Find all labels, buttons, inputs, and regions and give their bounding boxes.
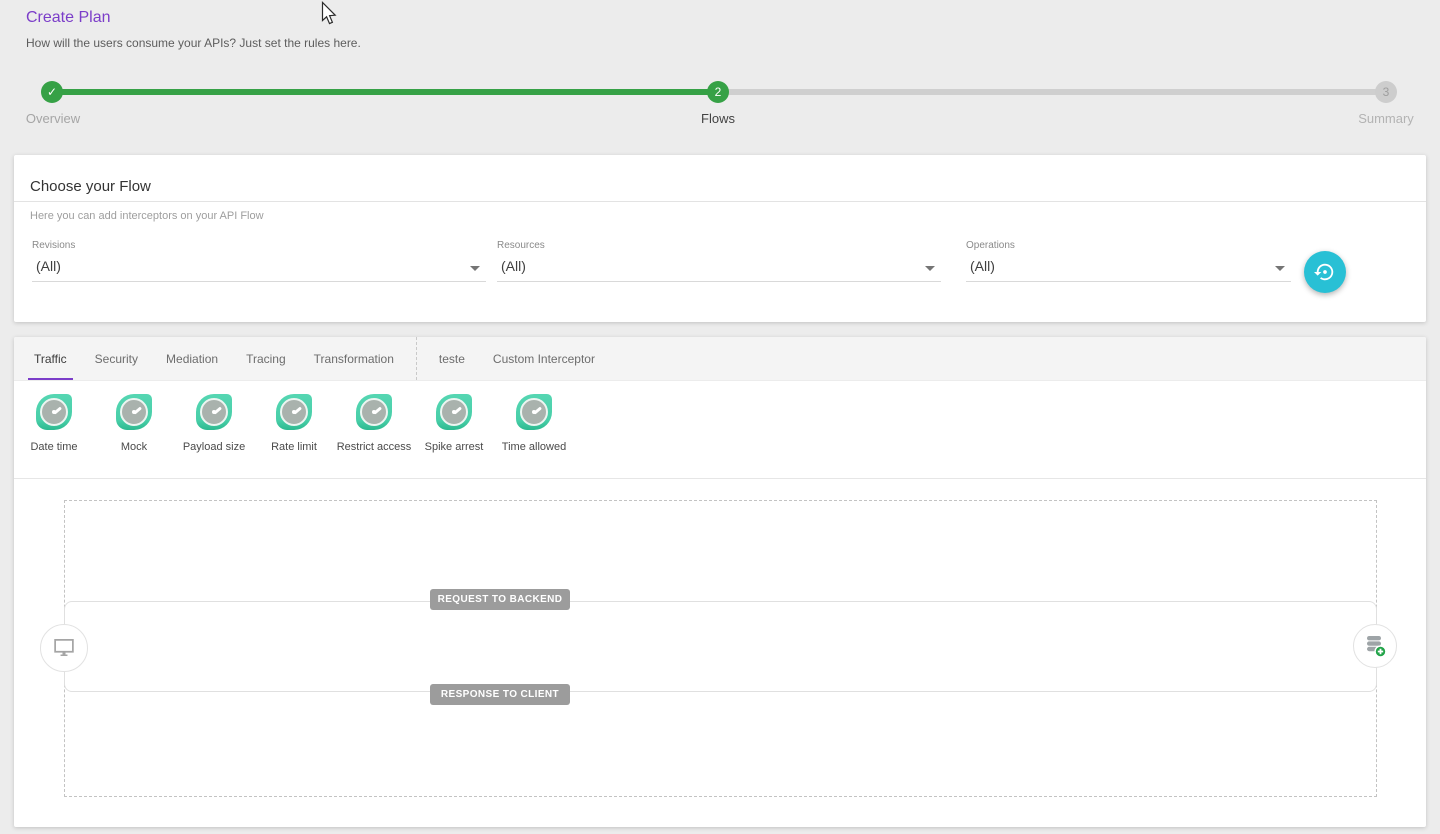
operations-select[interactable]: Operations (All) [966, 240, 1291, 286]
chevron-down-icon [1275, 266, 1285, 271]
gauge-icon [356, 394, 392, 430]
select-underline [32, 281, 486, 282]
tab-traffic[interactable]: Traffic [20, 337, 81, 380]
step-label-summary: Summary [1358, 111, 1414, 126]
interceptor-rate-limit[interactable]: Rate limit [254, 394, 334, 478]
select-value: (All) [32, 258, 486, 274]
gauge-icon [196, 394, 232, 430]
reload-flows-button[interactable] [1304, 251, 1346, 293]
select-value: (All) [497, 258, 941, 274]
flow-canvas: REQUEST TO BACKEND RESPONSE TO CLIENT [14, 478, 1426, 827]
page-subtitle: How will the users consume your APIs? Ju… [26, 36, 361, 50]
divider [14, 201, 1426, 202]
resources-select[interactable]: Resources (All) [497, 240, 941, 286]
flow-editor-card: Traffic Security Mediation Tracing Trans… [14, 337, 1426, 827]
mouse-cursor-icon [321, 1, 339, 28]
page-title: Create Plan [26, 9, 111, 27]
tab-security[interactable]: Security [81, 337, 152, 380]
request-to-backend-badge: REQUEST TO BACKEND [430, 589, 570, 610]
gauge-icon [276, 394, 312, 430]
select-underline [497, 281, 941, 282]
backend-endpoint-add[interactable] [1353, 624, 1397, 668]
interceptor-mock[interactable]: Mock [94, 394, 174, 478]
interceptor-time-allowed[interactable]: Time allowed [494, 394, 574, 478]
step-overview-dot[interactable]: ✓ [41, 81, 63, 103]
tab-mediation[interactable]: Mediation [152, 337, 232, 380]
stepper-line-completed [52, 89, 718, 95]
chevron-down-icon [470, 266, 480, 271]
select-label: Operations [966, 240, 1291, 251]
tab-group-divider [416, 337, 417, 380]
step-number: 3 [1383, 85, 1390, 99]
revisions-select[interactable]: Revisions (All) [32, 240, 486, 286]
tab-custom-interceptor[interactable]: Custom Interceptor [479, 337, 609, 380]
gauge-icon [116, 394, 152, 430]
monitor-icon [51, 635, 77, 661]
card-title: Choose your Flow [30, 178, 151, 195]
choose-flow-card: Choose your Flow Here you can add interc… [14, 155, 1426, 322]
create-plan-screen: Create Plan How will the users consume y… [0, 0, 1440, 834]
interceptor-payload-size[interactable]: Payload size [174, 394, 254, 478]
card-subtitle: Here you can add interceptors on your AP… [30, 210, 264, 222]
step-number: 2 [715, 85, 722, 99]
select-label: Revisions [32, 240, 486, 251]
chevron-down-icon [925, 266, 935, 271]
step-summary-dot[interactable]: 3 [1375, 81, 1397, 103]
interceptor-palette: Date time Mock Payload size Rate limit R… [14, 381, 1426, 478]
settings-backup-restore-icon [1314, 261, 1336, 283]
tab-transformation[interactable]: Transformation [300, 337, 408, 380]
select-underline [966, 281, 1291, 282]
gauge-icon [436, 394, 472, 430]
gauge-icon [516, 394, 552, 430]
response-to-client-badge: RESPONSE TO CLIENT [430, 684, 570, 705]
database-add-icon [1360, 631, 1390, 661]
select-label: Resources [497, 240, 941, 251]
tab-tracing[interactable]: Tracing [232, 337, 300, 380]
stepper-line-pending [718, 89, 1386, 95]
gauge-icon [36, 394, 72, 430]
interceptor-restrict-access[interactable]: Restrict access [334, 394, 414, 478]
interceptor-date-time[interactable]: Date time [14, 394, 94, 478]
select-value: (All) [966, 258, 1291, 274]
flow-pipe [64, 601, 1377, 692]
client-endpoint [40, 624, 88, 672]
step-label-overview: Overview [26, 111, 80, 126]
step-label-flows: Flows [701, 111, 735, 126]
step-flows-dot[interactable]: 2 [707, 81, 729, 103]
tab-teste[interactable]: teste [425, 337, 479, 380]
interceptor-tabs: Traffic Security Mediation Tracing Trans… [14, 337, 1426, 381]
interceptor-spike-arrest[interactable]: Spike arrest [414, 394, 494, 478]
check-icon: ✓ [47, 85, 57, 99]
